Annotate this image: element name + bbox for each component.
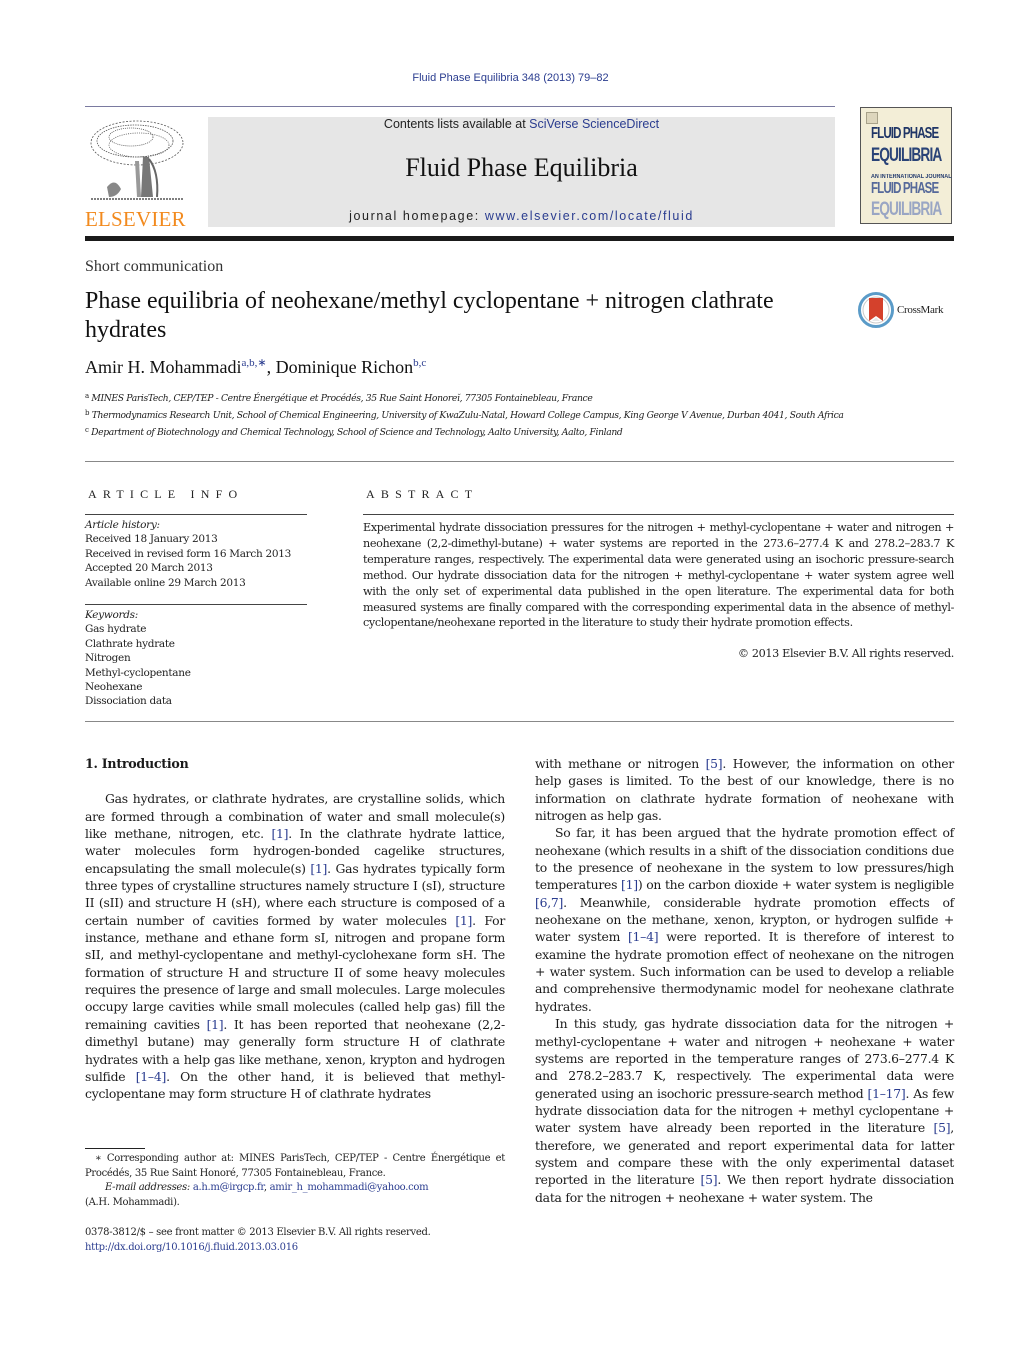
affiliation-text: MINES ParisTech, CEP/TEP - Centre Énergé… [91, 393, 593, 404]
article-info-heading: ARTICLE INFO [88, 487, 244, 501]
history-item: Available online 29 March 2013 [85, 576, 246, 589]
reference-link[interactable]: [1] [207, 1017, 224, 1032]
body-column-right: with methane or nitrogen [5]. However, t… [535, 755, 954, 1206]
citation-link[interactable]: Fluid Phase Equilibria 348 (2013) 79–82 [412, 72, 608, 84]
cover-title-line-3: FLUID PHASE [871, 180, 939, 197]
divider [85, 604, 307, 605]
article-history-label: Article history: [85, 519, 160, 531]
doi-link[interactable]: http://dx.doi.org/10.1016/j.fluid.2013.0… [85, 1240, 430, 1255]
elsevier-wordmark: ELSEVIER [85, 207, 186, 231]
email-label: E-mail addresses: [105, 1182, 190, 1194]
abstract-heading: ABSTRACT [366, 487, 479, 501]
affiliation-item: c Department of Biotechnology and Chemic… [85, 423, 845, 440]
affiliation-key: b [85, 409, 90, 417]
issn-line: 0378-3812/$ – see front matter © 2013 El… [85, 1227, 431, 1238]
corresponding-text: Corresponding author at: MINES ParisTech… [85, 1153, 505, 1179]
header-divider [85, 106, 835, 107]
reference-link[interactable]: [5] [701, 1172, 718, 1187]
article-history: Article history: Received 18 January 201… [85, 518, 291, 590]
homepage-link[interactable]: www.elsevier.com/locate/fluid [485, 209, 694, 223]
email-owner: (A.H. Mohammadi). [85, 1196, 180, 1208]
divider [85, 461, 954, 462]
cover-emblem-icon [866, 112, 878, 124]
section-heading: 1. Introduction [85, 756, 189, 771]
body-column-left: 1. Introduction Gas hydrates, or clathra… [85, 755, 505, 1103]
body-paragraph: In this study, gas hydrate dissociation … [535, 1016, 954, 1205]
footnote-divider [85, 1148, 145, 1149]
email-link[interactable]: amir_h_mohammadi@yahoo.com [270, 1182, 429, 1193]
affiliation-text: Department of Biotechnology and Chemical… [91, 427, 623, 438]
affiliation-text: Thermodynamics Research Unit, School of … [91, 410, 844, 421]
homepage-line: journal homepage: www.elsevier.com/locat… [208, 209, 835, 223]
email-link[interactable]: a.h.m@irgcp.fr [193, 1182, 264, 1193]
reference-link[interactable]: [1] [621, 877, 638, 892]
reference-link[interactable]: [1–4] [628, 929, 659, 944]
reference-link[interactable]: [1–17] [868, 1086, 906, 1101]
article-type: Short communication [85, 258, 224, 275]
elsevier-logo: ELSEVIER [85, 117, 195, 231]
divider [85, 721, 954, 722]
author-name: Amir H. Mohammadi [85, 357, 242, 377]
crossmark-button[interactable]: CrossMark [858, 291, 958, 329]
keyword-item: Methyl-cyclopentane [85, 666, 191, 679]
abstract-copyright: © 2013 Elsevier B.V. All rights reserved… [737, 647, 955, 660]
affiliation-item: a MINES ParisTech, CEP/TEP - Centre Éner… [85, 389, 845, 406]
cover-title-line-4: EQUILIBRIA [871, 199, 942, 220]
header-thick-rule [85, 236, 954, 241]
keyword-item: Dissociation data [85, 695, 172, 708]
homepage-prefix: journal homepage: [349, 209, 485, 223]
contents-prefix: Contents lists available at [383, 117, 530, 131]
cover-title-line-1: FLUID PHASE [871, 125, 939, 142]
body-paragraph: Gas hydrates, or clathrate hydrates, are… [85, 791, 506, 1102]
crossmark-icon [858, 292, 894, 328]
author-affiliation-marker[interactable]: b,c [413, 357, 426, 369]
reference-link[interactable]: [1] [310, 861, 327, 876]
author-list: Amir H. Mohammadia,b,∗, Dominique Richon… [85, 356, 426, 378]
affiliations: a MINES ParisTech, CEP/TEP - Centre Éner… [85, 389, 845, 440]
contents-line: Contents lists available at SciVerse Sci… [208, 117, 835, 131]
keyword-item: Gas hydrate [85, 623, 147, 636]
article-title: Phase equilibria of neohexane/methyl cyc… [85, 288, 774, 343]
reference-link[interactable]: [1–4] [136, 1069, 167, 1084]
reference-link[interactable]: [6,7] [535, 895, 563, 910]
abstract-text: Experimental hydrate dissociation pressu… [363, 521, 954, 630]
email-line: E-mail addresses: a.h.m@irgcp.fr, amir_h… [105, 1182, 429, 1194]
reference-link[interactable]: [1] [455, 913, 472, 928]
keywords: Keywords: Gas hydrate Clathrate hydrate … [85, 608, 191, 709]
keyword-item: Neohexane [85, 681, 143, 694]
divider [85, 514, 307, 515]
sciencedirect-link[interactable]: SciVerse ScienceDirect [529, 117, 659, 131]
affiliation-key: a [85, 392, 89, 400]
author-separator: , [266, 357, 276, 377]
author-affiliation-marker[interactable]: a,b,∗ [241, 357, 266, 369]
reference-link[interactable]: [5] [933, 1120, 950, 1135]
history-item: Received 18 January 2013 [85, 533, 218, 546]
journal-name: Fluid Phase Equilibria [405, 153, 638, 182]
corresponding-note: ∗ Corresponding author at: MINES ParisTe… [85, 1152, 505, 1181]
affiliation-key: c [85, 426, 89, 434]
keyword-item: Nitrogen [85, 652, 131, 665]
reference-link[interactable]: [5] [706, 756, 723, 771]
corresponding-author-footnote: ∗ Corresponding author at: MINES ParisTe… [85, 1152, 505, 1210]
cover-title-line-2: EQUILIBRIA [871, 145, 942, 166]
history-item: Accepted 20 March 2013 [85, 562, 213, 575]
history-item: Received in revised form 16 March 2013 [85, 547, 291, 560]
front-matter: 0378-3812/$ – see front matter © 2013 El… [85, 1225, 431, 1255]
elsevier-tree-icon [90, 120, 184, 200]
crossmark-label: CrossMark [897, 304, 944, 316]
journal-cover-thumbnail[interactable]: FLUID PHASE EQUILIBRIA AN INTERNATIONAL … [860, 107, 952, 224]
author-name: Dominique Richon [275, 357, 414, 377]
journal-citation[interactable]: Fluid Phase Equilibria 348 (2013) 79–82 [0, 72, 1021, 84]
affiliation-item: b Thermodynamics Research Unit, School o… [85, 406, 845, 423]
journal-banner: Contents lists available at SciVerse Sci… [208, 117, 835, 227]
keywords-label: Keywords: [85, 609, 138, 621]
body-paragraph: with methane or nitrogen [5]. However, t… [535, 756, 954, 824]
body-paragraph: So far, it has been argued that the hydr… [535, 825, 954, 1014]
divider [363, 514, 954, 515]
reference-link[interactable]: [1] [271, 826, 288, 841]
keyword-item: Clathrate hydrate [85, 637, 175, 650]
